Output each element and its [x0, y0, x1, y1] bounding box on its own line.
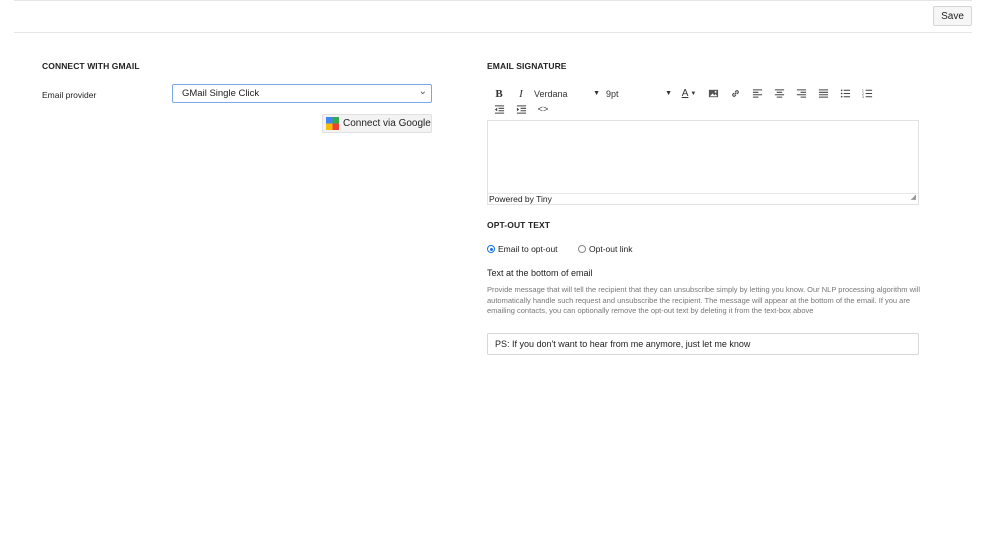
connect-google-button[interactable]: Connect via Google — [322, 114, 432, 133]
powered-by-tiny-link[interactable]: Powered by Tiny — [489, 194, 552, 204]
save-button[interactable]: Save — [933, 6, 972, 26]
opt-out-title: OPT-OUT TEXT — [487, 220, 551, 230]
bold-icon[interactable]: B — [490, 86, 508, 101]
font-family-dropdown[interactable]: Verdana ▼ — [534, 86, 600, 101]
align-justify-icon[interactable] — [814, 86, 832, 101]
resize-handle-icon[interactable]: ◢ — [911, 192, 916, 203]
text-bottom-label: Text at the bottom of email — [487, 268, 593, 278]
radio-link-label: Opt-out link — [589, 244, 633, 254]
editor-statusbar: Powered by Tiny ◢ — [487, 193, 919, 205]
connect-google-label: Connect via Google — [343, 118, 431, 129]
signature-editor[interactable] — [487, 120, 919, 193]
radio-opt-out-link[interactable]: Opt-out link — [578, 244, 632, 254]
caret-down-icon: ▼ — [593, 90, 600, 97]
email-provider-value: GMail Single Click — [182, 88, 260, 99]
font-size-dropdown[interactable]: 9pt ▼ — [606, 86, 672, 101]
email-provider-select[interactable]: GMail Single Click ⌄ — [172, 84, 432, 103]
bullet-list-icon[interactable] — [836, 86, 854, 101]
radio-unchecked-icon[interactable] — [578, 245, 586, 253]
google-logo-icon — [326, 117, 339, 130]
radio-checked-icon[interactable] — [487, 245, 495, 253]
indent-icon[interactable] — [512, 102, 530, 117]
top-bar: Save — [14, 0, 972, 33]
font-size-value: 9pt — [606, 88, 619, 99]
opt-out-help-text: Provide message that will tell the recip… — [487, 285, 920, 316]
radio-email-to-opt-out[interactable]: Email to opt-out — [487, 244, 558, 254]
source-code-icon[interactable]: <> — [534, 102, 552, 117]
radio-email-label: Email to opt-out — [498, 244, 558, 254]
connect-gmail-title: CONNECT WITH GMAIL — [42, 61, 140, 71]
svg-text:3: 3 — [862, 95, 864, 99]
font-family-value: Verdana — [534, 88, 568, 99]
opt-out-text-input[interactable] — [487, 333, 919, 355]
outdent-icon[interactable] — [490, 102, 508, 117]
image-icon[interactable] — [704, 86, 722, 101]
email-provider-label: Email provider — [42, 90, 97, 100]
text-color-icon[interactable]: A ▼ — [678, 86, 700, 101]
caret-down-icon: ▼ — [665, 90, 672, 97]
align-right-icon[interactable] — [792, 86, 810, 101]
email-signature-title: EMAIL SIGNATURE — [487, 61, 567, 71]
link-icon[interactable] — [726, 86, 744, 101]
numbered-list-icon[interactable]: 123 — [858, 86, 876, 101]
align-left-icon[interactable] — [748, 86, 766, 101]
chevron-down-icon: ⌄ — [418, 86, 427, 97]
align-center-icon[interactable] — [770, 86, 788, 101]
italic-icon[interactable]: I — [512, 86, 530, 101]
